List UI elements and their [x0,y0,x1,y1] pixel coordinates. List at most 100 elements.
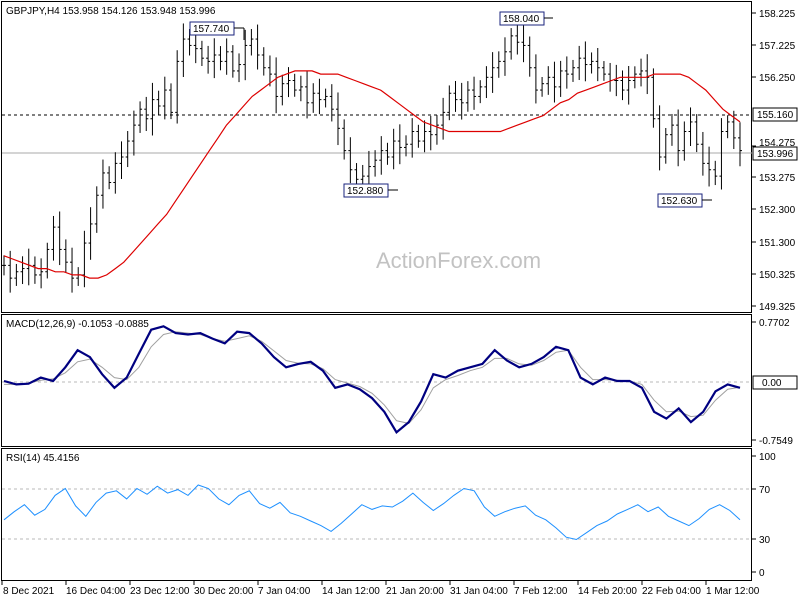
price-bar [76,267,81,286]
svg-text:23 Dec 12:00: 23 Dec 12:00 [130,586,190,597]
price-bar [583,41,588,82]
price-bar [57,211,62,266]
price-bar [700,131,705,176]
callout-158040: 158.040 [499,11,553,26]
price-bar [490,52,495,93]
price-bar [527,36,532,77]
price-bar [94,186,99,233]
price-bar [39,258,44,289]
price-bar [465,81,470,112]
x-tick-label: 31 Jan 04:00 [449,581,508,597]
price-bar [51,215,56,261]
price-bar [651,68,656,128]
price-bar [317,78,322,115]
price-bar [564,56,569,89]
price-bar [45,242,50,279]
price-bar [88,207,93,260]
price-bar [663,127,668,164]
price-bar [63,239,68,273]
svg-text:156.250: 156.250 [759,73,796,84]
svg-text:22 Feb 04:00: 22 Feb 04:00 [642,586,701,597]
x-tick-label: 7 Feb 12:00 [513,581,568,597]
price-bar [601,61,606,81]
price-bar [354,163,359,187]
x-tick-label: 7 Jan 04:00 [257,581,311,597]
price-bar [20,256,25,285]
price-bar [676,109,681,167]
price-bar [199,40,204,66]
price-bar [156,90,161,115]
price-bar [472,76,477,110]
price-bar [509,28,514,60]
macd-line [3,325,741,434]
price-bar [335,92,340,146]
price-bar [348,137,353,184]
price-bar [385,142,390,165]
y-tick-label: 152.300 [752,205,796,216]
price-bar [168,83,173,120]
price-bar [212,38,217,79]
price-bar [113,152,118,194]
price-bar [682,121,687,161]
price-bar [478,80,483,104]
macd-signal-line [4,331,741,424]
svg-text:152.300: 152.300 [759,205,796,216]
y-tick-label: 158.225 [752,9,796,20]
svg-text:157.225: 157.225 [759,41,796,52]
price-bar [193,30,198,64]
svg-text:157.740: 157.740 [193,24,230,35]
x-tick-label: 30 Dec 20:00 [193,581,254,597]
price-bar [620,70,625,101]
price-bar [305,71,310,119]
price-bar [459,82,464,120]
x-axis: 8 Dec 2021 16 Dec 04:00 23 Dec 12:00 30 … [1,581,760,597]
price-bar [608,62,613,92]
price-bar [626,65,631,105]
price-bar [280,74,285,106]
y-tick-label: 157.225 [752,41,796,52]
price-bar [540,76,545,97]
price-bar [577,45,582,81]
price-bar [484,66,489,99]
price-bar [738,122,742,167]
svg-text:153.996: 153.996 [757,149,794,160]
price-bar [230,45,235,78]
price-bar [694,114,699,153]
callout-157740: 157.740 [189,21,245,40]
macd-current-tag: 0.00 [752,375,798,390]
price-bar [206,45,211,74]
price-bar [589,52,594,74]
rsi-panel-header: RSI(14) 45.4156 [6,453,80,464]
y-tick-label: 151.300 [752,238,796,249]
price-bar [14,263,19,286]
price-bar [274,57,279,114]
svg-text:149.325: 149.325 [759,302,796,313]
svg-text:70: 70 [759,485,771,496]
y-tick-label: 30 [752,535,771,546]
price-bar [571,59,576,82]
price-bar [125,131,130,168]
svg-text:151.300: 151.300 [759,238,796,249]
price-bar [410,118,415,158]
price-bar [521,25,526,63]
current-price-tag: 153.996 [752,146,798,161]
price-bar [397,124,402,165]
x-tick-label: 8 Dec 2021 [1,581,55,597]
price-bar [614,64,619,97]
svg-text:150.325: 150.325 [759,270,796,281]
svg-text:30 Dec 20:00: 30 Dec 20:00 [194,586,254,597]
price-bar [639,58,644,87]
price-bar [342,119,347,160]
svg-text:1 Mar 12:00: 1 Mar 12:00 [706,586,760,597]
x-tick-label: 21 Jan 20:00 [385,581,444,597]
svg-text:8 Dec 2021: 8 Dec 2021 [3,586,55,597]
price-bar [416,124,421,148]
svg-text:31 Jan 04:00: 31 Jan 04:00 [450,586,508,597]
price-bar [645,54,650,95]
x-tick-label: 22 Feb 04:00 [641,581,701,597]
price-bar [249,29,254,56]
svg-text:7 Feb 12:00: 7 Feb 12:00 [514,586,568,597]
rsi-line [3,484,741,541]
price-bar [422,120,427,153]
price-bar [391,128,396,170]
